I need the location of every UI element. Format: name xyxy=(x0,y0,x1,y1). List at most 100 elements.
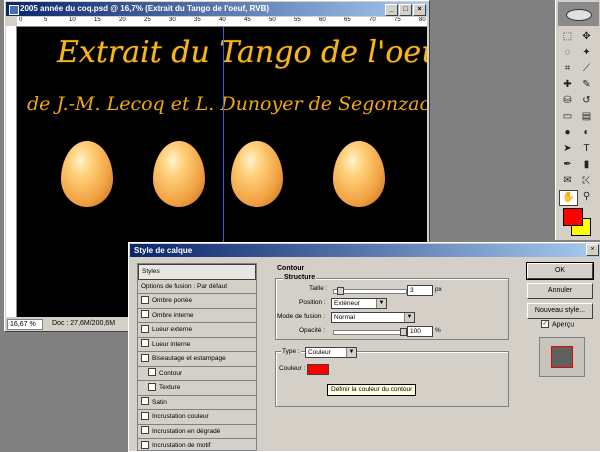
style-checkbox[interactable] xyxy=(141,324,149,333)
style-checkbox[interactable] xyxy=(141,440,149,449)
ruler-label: 35 xyxy=(194,17,201,23)
style-checkbox[interactable] xyxy=(148,382,156,391)
opacity-slider-thumb[interactable] xyxy=(400,328,407,336)
photoshop-icon xyxy=(9,5,19,15)
notes-icon[interactable]: ✉ xyxy=(559,174,576,188)
position-select[interactable]: Extérieur ▼ xyxy=(331,298,387,309)
style-checkbox[interactable] xyxy=(141,426,149,435)
fill-type-select[interactable]: Couleur ▼ xyxy=(305,347,357,358)
toolbox-header[interactable] xyxy=(558,2,599,26)
style-item-label: Lueur externe xyxy=(152,326,193,333)
ruler-label: 20 xyxy=(119,17,126,23)
document-titlebar[interactable]: 2005 année du coq.psd @ 16,7% (Extrait d… xyxy=(6,2,428,16)
size-slider-thumb[interactable] xyxy=(336,287,344,295)
blur-icon[interactable]: ● xyxy=(559,126,576,140)
document-title: 2005 année du coq.psd @ 16,7% (Extrait d… xyxy=(20,4,270,13)
eyedropper-icon[interactable]: ⤪ xyxy=(578,174,595,188)
style-item[interactable]: Lueur interne xyxy=(138,337,256,352)
crop-icon[interactable]: ⌗ xyxy=(559,62,576,76)
egg-image xyxy=(153,141,205,207)
foreground-color-swatch[interactable] xyxy=(563,208,583,226)
blend-mode-select[interactable]: Normal ▼ xyxy=(331,312,415,323)
adobe-eye-icon xyxy=(566,9,592,21)
close-button[interactable]: × xyxy=(413,4,426,16)
maximize-button[interactable]: □ xyxy=(399,4,412,16)
style-checkbox[interactable] xyxy=(141,310,149,319)
ruler-label: 50 xyxy=(269,17,276,23)
style-item[interactable]: Incrustation en dégradé xyxy=(138,424,256,439)
style-item[interactable]: Contour xyxy=(138,366,256,381)
ruler-label: 60 xyxy=(319,17,326,23)
style-item-label: Texture xyxy=(159,384,181,391)
style-checkbox[interactable] xyxy=(148,368,156,377)
style-item[interactable]: Ombre interne xyxy=(138,308,256,323)
zoom-icon[interactable]: ⚲ xyxy=(578,190,595,204)
move-icon[interactable]: ✥ xyxy=(578,30,595,44)
style-checkbox[interactable] xyxy=(141,295,149,304)
zoom-field[interactable]: 16,67 % xyxy=(7,319,43,330)
doc-size-text[interactable]: Doc : 27,6M/200,6M xyxy=(52,318,115,330)
pen-icon[interactable]: ✒ xyxy=(559,158,576,172)
ok-button[interactable]: OK xyxy=(526,262,594,280)
cancel-button[interactable]: Annuler xyxy=(527,283,593,299)
path-select-icon[interactable]: ➤ xyxy=(559,142,576,156)
ruler-label: 55 xyxy=(294,17,301,23)
style-item-label: Lueur interne xyxy=(152,340,191,348)
style-item-label: Biseautage et estampage xyxy=(152,355,226,362)
opacity-field[interactable]: 100 xyxy=(407,326,433,337)
dialog-title[interactable]: Style de calque xyxy=(130,244,600,257)
style-item[interactable]: Lueur externe xyxy=(138,323,256,338)
size-unit: px xyxy=(435,286,442,293)
lasso-icon[interactable]: ◌ xyxy=(559,46,576,60)
style-item[interactable]: Options de fusion : Par défaut xyxy=(138,279,256,294)
eraser-icon[interactable]: ▭ xyxy=(559,110,576,124)
opacity-slider[interactable] xyxy=(333,328,407,336)
new-style-button[interactable]: Nouveau style... xyxy=(527,303,593,319)
style-item[interactable]: Texture xyxy=(138,381,256,396)
magic-wand-icon[interactable]: ✦ xyxy=(578,46,595,60)
minimize-button[interactable]: _ xyxy=(385,4,398,16)
ruler-horizontal[interactable]: 0 5 10 15 20 25 30 35 40 45 50 55 60 65 70 75 80 xyxy=(17,17,427,27)
dialog-close-button[interactable]: × xyxy=(586,244,599,256)
dodge-icon[interactable]: ◐ xyxy=(578,126,595,140)
history-brush-icon[interactable]: ↺ xyxy=(578,94,595,108)
style-item[interactable]: Incrustation de motif xyxy=(138,439,256,450)
style-item-label: Options de fusion : Par défaut xyxy=(141,282,227,290)
ruler-label: 45 xyxy=(244,17,251,23)
healing-icon[interactable]: ✚ xyxy=(559,78,576,92)
style-item[interactable]: Ombre portée xyxy=(138,294,256,309)
ruler-label: 0 xyxy=(19,17,23,23)
ruler-label: 65 xyxy=(344,17,351,23)
stamp-icon[interactable]: ⛁ xyxy=(559,94,576,108)
style-item[interactable]: Incrustation couleur xyxy=(138,410,256,425)
style-item[interactable]: Biseautage et estampage xyxy=(138,352,256,367)
color-tooltip: Définir la couleur du contour xyxy=(327,384,417,396)
brush-icon[interactable]: ✎ xyxy=(578,78,595,92)
color-label: Couleur : xyxy=(279,365,306,372)
style-checkbox[interactable] xyxy=(141,411,149,420)
hand-icon[interactable]: ✋ xyxy=(559,190,578,206)
tool-grid: ⬚ ✥ ◌ ✦ ⌗ ⟋ ✚ ✎ ⛁ ↺ ▭ ▤ ● ◐ ➤ T ✒ ▮ ✉ ⤪ ✋ ⚲ xyxy=(559,30,596,206)
size-label: Taille : xyxy=(309,285,328,292)
style-item[interactable]: Satin xyxy=(138,395,256,410)
style-item-label: Incrustation en dégradé xyxy=(152,427,221,435)
size-slider[interactable] xyxy=(333,287,407,295)
ruler-vertical[interactable] xyxy=(6,26,17,317)
style-checkbox[interactable] xyxy=(141,397,149,406)
ruler-label: 75 xyxy=(394,17,401,23)
style-checkbox[interactable] xyxy=(141,353,149,362)
styles-list: Styles Options de fusion : Par défaut Omb… xyxy=(137,263,257,451)
marquee-icon[interactable]: ⬚ xyxy=(559,30,576,44)
style-checkbox[interactable] xyxy=(141,339,149,348)
style-item-label: Satin xyxy=(152,398,167,406)
position-value: Extérieur xyxy=(334,300,361,307)
ruler-label: 10 xyxy=(69,17,76,23)
gradient-icon[interactable]: ▤ xyxy=(578,110,595,124)
shape-icon[interactable]: ▮ xyxy=(578,158,595,172)
type-icon[interactable]: T xyxy=(578,142,595,156)
stroke-color-swatch[interactable] xyxy=(307,364,329,375)
preview-checkbox[interactable]: ✓ Aperçu xyxy=(541,320,574,328)
size-field[interactable]: 3 xyxy=(407,285,433,296)
styles-header[interactable]: Styles xyxy=(138,264,256,280)
slice-icon[interactable]: ⟋ xyxy=(578,62,595,76)
